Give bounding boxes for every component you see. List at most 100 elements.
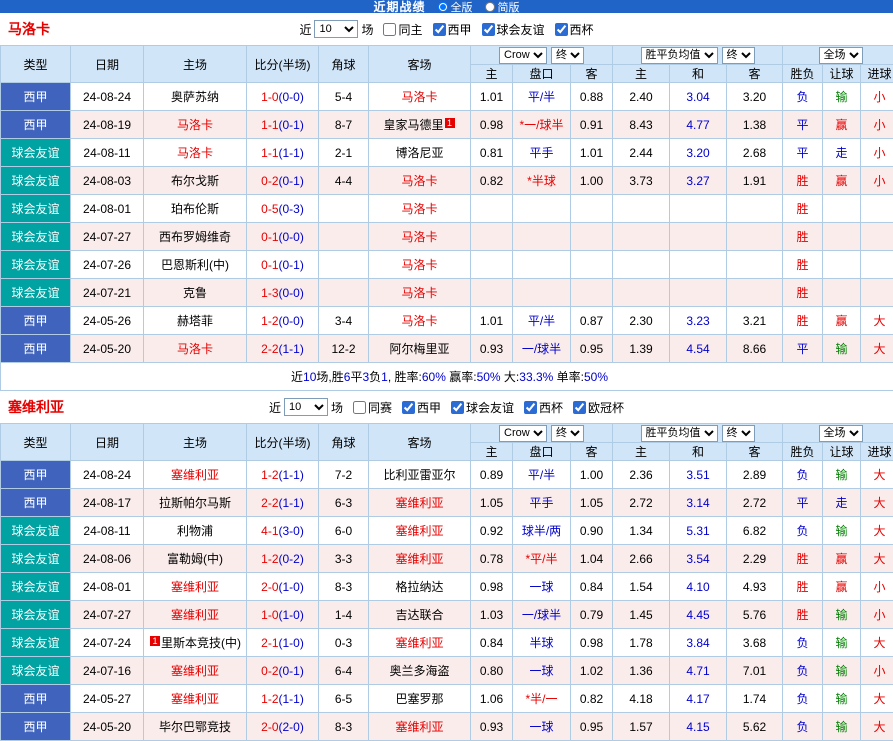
- date-cell: 24-08-24: [71, 83, 144, 111]
- away-team-cell: 马洛卡: [369, 307, 471, 335]
- odds-stage-select[interactable]: 终: [551, 425, 584, 442]
- away-team-cell: 马洛卡: [369, 251, 471, 279]
- column-header: 日期: [71, 46, 144, 83]
- goals-result-cell: 小: [861, 111, 893, 139]
- filter-checkbox-label: 西甲: [417, 399, 441, 416]
- fulltime-score: 1-3: [261, 286, 278, 300]
- handicap-cell: *一/球半: [513, 111, 571, 139]
- avg-home-cell: 8.43: [613, 111, 670, 139]
- spread-result-cell: 输: [823, 657, 861, 685]
- sub-column-header: 让球: [823, 443, 861, 461]
- handicap-cell: 一球: [513, 657, 571, 685]
- team-section: 马洛卡近10场同主西甲球会友谊西杯类型日期主场比分(半场)角球客场Crow终胜平…: [0, 13, 893, 391]
- table-row: 西甲24-05-20毕尔巴鄂竞技2-0(2-0)8-3塞维利亚0.93一球0.9…: [1, 713, 893, 741]
- filter-checkbox[interactable]: 欧冠杯: [573, 399, 624, 416]
- avg-home-cell: 2.72: [613, 489, 670, 517]
- recent-count-select[interactable]: 10: [284, 398, 328, 416]
- recent-count-select[interactable]: 10: [314, 20, 358, 38]
- avg-home-cell: 2.44: [613, 139, 670, 167]
- avg-stage-select[interactable]: 终: [722, 47, 755, 64]
- filter-checkbox[interactable]: 西甲: [402, 399, 441, 416]
- avg-home-cell: 2.30: [613, 307, 670, 335]
- avg-away-cell: 7.01: [727, 657, 783, 685]
- table-row: 球会友谊24-08-01珀布伦斯0-5(0-3)马洛卡胜: [1, 195, 893, 223]
- match-type-cell: 西甲: [1, 489, 71, 517]
- scope-select[interactable]: 全场: [819, 47, 863, 64]
- filter-checkbox-input[interactable]: [402, 401, 415, 414]
- filter-checkbox[interactable]: 西甲: [433, 21, 472, 38]
- handicap-cell: [513, 251, 571, 279]
- summary-segment: 60%: [422, 370, 446, 384]
- halftime-score: (0-0): [279, 230, 304, 244]
- away-team-name: 塞维利亚: [395, 524, 443, 538]
- bookmaker-select[interactable]: Crow: [499, 47, 547, 64]
- filter-checkbox-label: 球会友谊: [497, 21, 545, 38]
- recent-label: 近: [269, 399, 281, 416]
- column-header: 类型: [1, 424, 71, 461]
- filter-checkbox-label: 同主: [398, 21, 422, 38]
- filter-checkbox[interactable]: 同主: [383, 21, 422, 38]
- home-team-name: 塞维利亚: [171, 692, 219, 706]
- filter-checkbox[interactable]: 西杯: [524, 399, 563, 416]
- score-cell: 4-1(3-0): [247, 517, 319, 545]
- date-cell: 24-07-27: [71, 223, 144, 251]
- avg-home-cell: 1.78: [613, 629, 670, 657]
- filter-checkbox-input[interactable]: [433, 23, 446, 36]
- spread-result-cell: 赢: [823, 573, 861, 601]
- avg-type-select[interactable]: 胜平负均值: [641, 425, 718, 442]
- corner-cell: 3-4: [319, 307, 369, 335]
- avg-away-cell: 5.76: [727, 601, 783, 629]
- avg-type-select[interactable]: 胜平负均值: [641, 47, 718, 64]
- games-label: 场: [361, 21, 373, 38]
- filter-checkbox-input[interactable]: [573, 401, 586, 414]
- odds-stage-select[interactable]: 终: [551, 47, 584, 64]
- goals-result-cell: 小: [861, 601, 893, 629]
- away-odds-cell: [571, 223, 613, 251]
- filter-checkbox-label: 欧冠杯: [588, 399, 624, 416]
- avg-away-cell: 3.21: [727, 307, 783, 335]
- filter-checkbox-input[interactable]: [383, 23, 396, 36]
- away-team-name: 阿尔梅里亚: [389, 342, 449, 356]
- sub-column-header: 进球: [861, 443, 893, 461]
- bookmaker-select[interactable]: Crow: [499, 425, 547, 442]
- home-odds-cell: 1.06: [471, 685, 513, 713]
- version-radio-full[interactable]: 全版: [438, 0, 473, 13]
- version-radio-simple[interactable]: 简版: [485, 0, 520, 13]
- filter-checkbox-input[interactable]: [524, 401, 537, 414]
- version-radio-simple-input[interactable]: [485, 2, 495, 12]
- scope-select[interactable]: 全场: [819, 425, 863, 442]
- filter-checkbox-input[interactable]: [555, 23, 568, 36]
- table-row: 球会友谊24-07-16塞维利亚0-2(0-1)6-4奥兰多海盗0.80一球1.…: [1, 657, 893, 685]
- score-cell: 1-0(0-0): [247, 83, 319, 111]
- handicap-cell: 平手: [513, 139, 571, 167]
- filter-checkbox[interactable]: 西杯: [555, 21, 594, 38]
- results-table: 类型日期主场比分(半场)角球客场Crow终胜平负均值终全场主盘口客主和客胜负让球…: [0, 45, 893, 391]
- avg-draw-cell: [670, 251, 727, 279]
- filter-checkbox-label: 西甲: [448, 21, 472, 38]
- home-team-name: 克鲁: [183, 286, 207, 300]
- filter-checkbox[interactable]: 同赛: [353, 399, 392, 416]
- filter-checkbox[interactable]: 球会友谊: [482, 21, 545, 38]
- away-team-name: 塞维利亚: [395, 496, 443, 510]
- match-type-cell: 球会友谊: [1, 601, 71, 629]
- table-row: 球会友谊24-08-06富勒姆(中)1-2(0-2)3-3塞维利亚0.78*平/…: [1, 545, 893, 573]
- filter-checkbox[interactable]: 球会友谊: [451, 399, 514, 416]
- filter-checkbox-input[interactable]: [353, 401, 366, 414]
- away-team-cell: 塞维利亚: [369, 489, 471, 517]
- corner-cell: 8-3: [319, 573, 369, 601]
- away-team-cell: 格拉纳达: [369, 573, 471, 601]
- away-team-name: 比利亚雷亚尔: [383, 468, 455, 482]
- result-cell: 胜: [783, 307, 823, 335]
- table-row: 球会友谊24-08-11马洛卡1-1(1-1)2-1博洛尼亚0.81平手1.01…: [1, 139, 893, 167]
- filter-checkbox-input[interactable]: [482, 23, 495, 36]
- away-odds-cell: 1.01: [571, 139, 613, 167]
- away-team-name: 巴塞罗那: [395, 692, 443, 706]
- home-odds-cell: [471, 223, 513, 251]
- halftime-score: (0-1): [279, 258, 304, 272]
- home-team-cell: 拉斯帕尔马斯: [144, 489, 247, 517]
- avg-stage-select[interactable]: 终: [722, 425, 755, 442]
- version-radio-full-input[interactable]: [438, 2, 448, 12]
- filter-checkbox-input[interactable]: [451, 401, 464, 414]
- result-cell: 负: [783, 713, 823, 741]
- match-type-cell: 西甲: [1, 111, 71, 139]
